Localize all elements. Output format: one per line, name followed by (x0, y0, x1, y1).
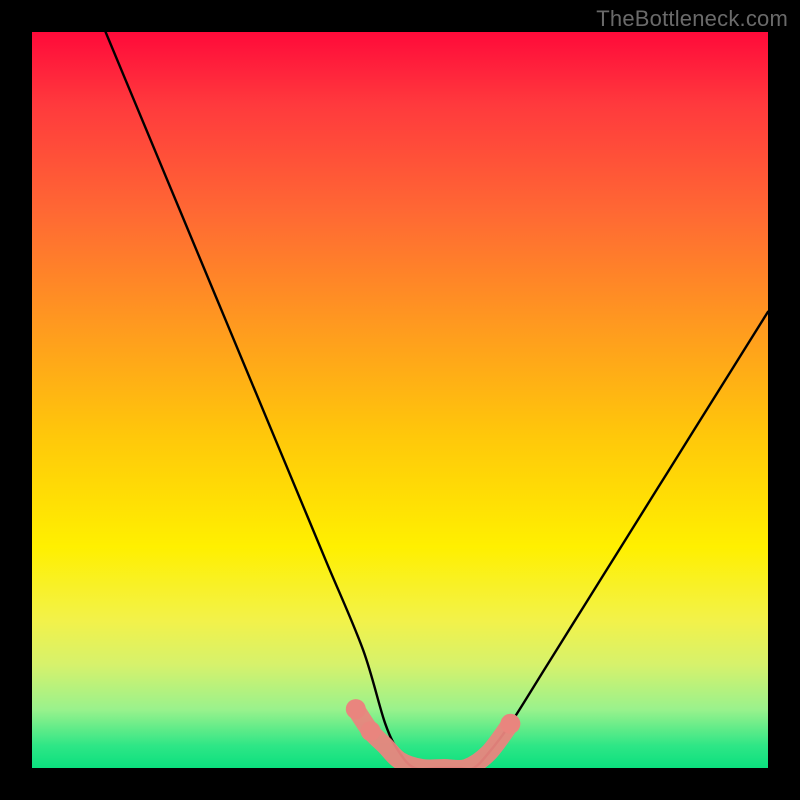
chart-frame: TheBottleneck.com (0, 0, 800, 800)
highlight-dot (361, 721, 381, 741)
attribution-label: TheBottleneck.com (596, 6, 788, 32)
highlight-stroke (356, 709, 511, 768)
bottleneck-curve (32, 32, 768, 768)
plot-area (32, 32, 768, 768)
highlight-dot (500, 714, 520, 734)
highlight-dot (346, 699, 366, 719)
